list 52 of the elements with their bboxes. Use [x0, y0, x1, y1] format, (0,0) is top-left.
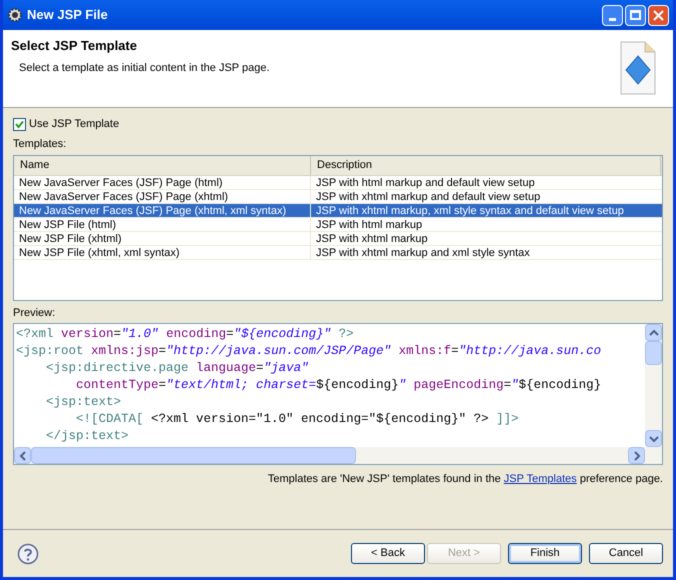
table-row[interactable]: New JSP File (html) JSP with html markup — [14, 218, 662, 232]
code-line: <jsp:text> — [45, 394, 122, 411]
scroll-down-icon[interactable] — [645, 430, 662, 447]
page-description: Select a template as initial content in the JSP page. — [18, 60, 271, 76]
table-cell: New JSP File (xhtml) — [14, 232, 311, 244]
table-row[interactable]: New JSP File (xhtml) JSP with xhtml markup — [14, 232, 662, 246]
help-icon[interactable] — [17, 542, 39, 564]
table-row[interactable]: New JavaServer Faces (JSF) Page (html) JSP with html markup and default view setup — [14, 176, 662, 190]
checkbox[interactable] — [13, 118, 26, 130]
code-line: </jsp:text> — [45, 428, 130, 445]
table-cell-text: JSP with html markup and default view setup — [315, 176, 536, 188]
minimize-button[interactable] — [602, 4, 623, 26]
table-cell: New JavaServer Faces (JSF) Page (xhtml, xml syntax) — [14, 204, 311, 216]
dialog-button[interactable]: < Back — [351, 543, 425, 564]
scroll-right-icon[interactable] — [628, 447, 645, 464]
code-line: <jsp:directive.page language="java" — [45, 360, 310, 377]
preview-label: Preview: — [13, 306, 56, 320]
table-cell: New JSP File (xhtml, xml syntax) — [14, 246, 311, 258]
code-line: <jsp:root xmlns:jsp="http://java.sun.com/JSP/Page" xmlns:f="http://java.sun.co — [16, 343, 602, 360]
jsp-templates-link[interactable]: JSP Templates — [504, 473, 577, 485]
table-cell: New JSP File (html) — [14, 218, 311, 230]
code-line: <?xml version="1.0" encoding="${encoding}" ?> — [16, 326, 355, 343]
table-cell-text: JSP with xhtml markup — [315, 232, 429, 244]
dialog-button[interactable]: Finish — [508, 543, 582, 564]
templates-label: Templates: — [13, 137, 68, 152]
scroll-thumb[interactable] — [645, 341, 662, 365]
window-title: New JSP File — [27, 6, 109, 24]
scroll-thumb[interactable] — [31, 447, 356, 464]
footer-note: Templates are 'New JSP' templates found in the JSP Templates preference page. — [266, 472, 663, 487]
table-row[interactable]: New JavaServer Faces (JSF) Page (xhtml, xml syntax) JSP with xhtml markup, xml style syntax and default view setup — [14, 204, 662, 218]
table-cell: New JavaServer Faces (JSF) Page (xhtml) — [14, 190, 311, 202]
close-icon — [653, 10, 664, 20]
scroll-left-icon[interactable] — [14, 447, 31, 464]
horizontal-scrollbar[interactable] — [14, 447, 662, 464]
table-cell-text: JSP with xhtml markup, xml style syntax and default view setup — [315, 204, 625, 216]
column-header[interactable]: Description — [311, 156, 661, 174]
page-title: Select JSP Template — [11, 37, 138, 55]
table-cell-text: JSP with xhtml markup and xml style syntax — [315, 246, 531, 258]
table-cell-text: JSP with html markup — [315, 218, 424, 230]
close-button[interactable] — [648, 4, 669, 26]
code-line: contentType="text/html; charset=${encoding}" pageEncoding="${encoding} — [75, 377, 602, 394]
table-cell-text: JSP with xhtml markup and default view setup — [315, 190, 542, 202]
dialog-button[interactable]: Cancel — [589, 543, 663, 564]
checkbox-label: Use JSP Template — [29, 116, 120, 132]
table-row[interactable]: New JSP File (xhtml, xml syntax) JSP with xhtml markup and xml style syntax — [14, 246, 662, 260]
column-header[interactable]: Name — [14, 156, 311, 174]
code-line: <![CDATA[ <?xml version="1.0" encoding="${encoding}" ?> ]]> — [75, 411, 520, 428]
maximize-button[interactable] — [625, 4, 646, 26]
vertical-scrollbar[interactable] — [645, 324, 662, 447]
gear-icon — [7, 7, 23, 23]
scroll-up-icon[interactable] — [645, 324, 662, 341]
table-cell: New JavaServer Faces (JSF) Page (html) — [14, 176, 311, 188]
